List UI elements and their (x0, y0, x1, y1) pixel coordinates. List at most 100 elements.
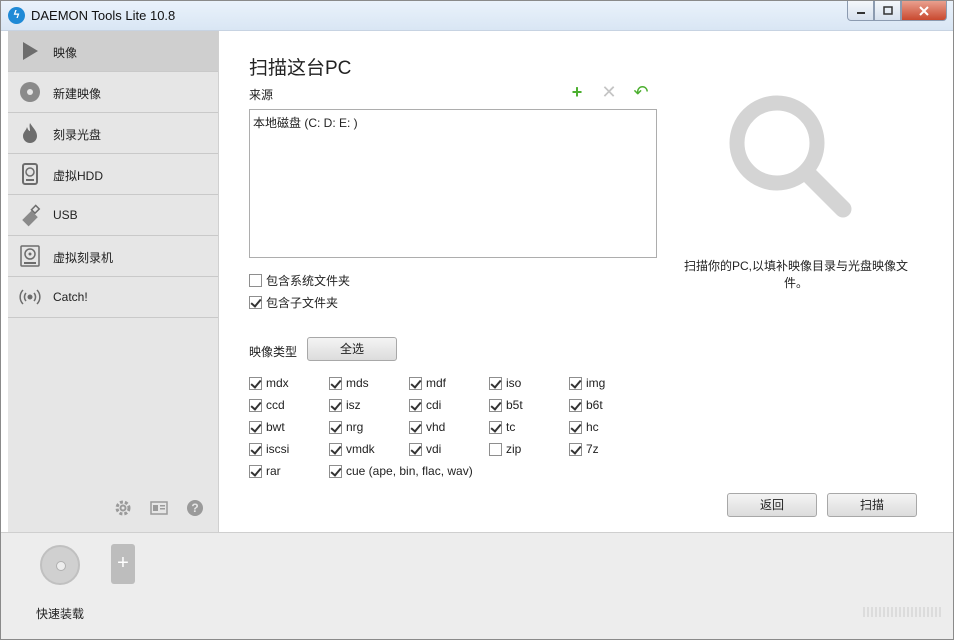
flame-icon (23, 123, 37, 143)
maximize-icon (882, 6, 893, 15)
checkbox-box[interactable] (409, 376, 422, 390)
quick-mount-button[interactable]: 快速装载 (25, 545, 95, 622)
checkbox-label: mds (346, 376, 369, 390)
checkbox-label: img (586, 376, 606, 390)
checkbox-label: b6t (586, 398, 603, 412)
source-label: 来源 (249, 88, 274, 102)
type-checkbox-zip[interactable]: zip (489, 442, 521, 456)
back-button[interactable]: 返回 (727, 493, 817, 517)
license-icon[interactable] (150, 499, 168, 517)
type-checkbox-img[interactable]: img (569, 376, 605, 390)
checkbox-box[interactable] (329, 398, 342, 412)
type-checkbox-nrg[interactable]: nrg (329, 420, 363, 434)
sidebar-item-catch[interactable]: Catch! (8, 277, 218, 318)
undo-icon[interactable]: ↶ (631, 83, 651, 101)
play-icon (23, 42, 38, 60)
sidebar-item-label: 新建映像 (53, 87, 102, 101)
type-checkbox-vhd[interactable]: vhd (409, 420, 445, 434)
quick-mount-label: 快速装载 (35, 607, 84, 621)
checkbox-label: b5t (506, 398, 523, 412)
checkbox-label: zip (506, 442, 522, 456)
type-checkbox-iscsi[interactable]: iscsi (249, 442, 289, 456)
checkbox-box[interactable] (409, 420, 422, 434)
checkbox-box[interactable] (329, 420, 342, 434)
sidebar-item-new-image[interactable]: 新建映像 (8, 72, 218, 113)
scan-button[interactable]: 扫描 (827, 493, 917, 517)
checkbox-box[interactable] (249, 442, 262, 456)
checkbox-box[interactable] (569, 398, 582, 412)
checkbox-box[interactable] (489, 376, 502, 390)
type-checkbox-b5t[interactable]: b5t (489, 398, 523, 412)
sidebar-item-images[interactable]: 映像 (8, 31, 218, 72)
checkbox-box[interactable] (249, 398, 262, 412)
checkbox-label: hc (586, 420, 599, 434)
source-list[interactable]: 本地磁盘 (C: D: E: ) (249, 109, 657, 258)
type-checkbox-mds[interactable]: mds (329, 376, 369, 390)
checkbox-box[interactable] (409, 442, 422, 456)
checkbox-box[interactable] (329, 376, 342, 390)
catch-icon (19, 289, 41, 305)
list-item[interactable]: 本地磁盘 (C: D: E: ) (253, 114, 358, 131)
checkbox-box[interactable] (489, 398, 502, 412)
checkbox-box[interactable] (489, 420, 502, 434)
include-subfolders-checkbox[interactable]: 包含子文件夹 (249, 294, 338, 311)
checkbox-box[interactable] (569, 376, 582, 390)
title-bar[interactable]: ϟ DAEMON Tools Lite 10.8 (1, 1, 953, 31)
remove-icon[interactable]: ✕ (599, 83, 619, 101)
checkbox-box[interactable] (409, 398, 422, 412)
type-checkbox-b6t[interactable]: b6t (569, 398, 603, 412)
main-panel: 扫描这台PC 来源 + ✕ ↶ 本地磁盘 (C: D: E: ) 包含系统文件夹… (219, 31, 947, 532)
type-checkbox-mdx[interactable]: mdx (249, 376, 289, 390)
type-checkbox-vdi[interactable]: vdi (409, 442, 441, 456)
sidebar-item-label: USB (53, 208, 78, 222)
checkbox-label: cue (ape, bin, flac, wav) (346, 464, 473, 478)
checkbox-box[interactable] (249, 274, 262, 287)
checkbox-label: 7z (586, 442, 599, 456)
checkbox-label: nrg (346, 420, 364, 434)
type-checkbox-rar[interactable]: rar (249, 464, 281, 478)
sidebar-item-burn-disc[interactable]: 刻录光盘 (8, 113, 218, 154)
gear-icon[interactable] (114, 499, 132, 517)
type-checkbox-mdf[interactable]: mdf (409, 376, 446, 390)
type-checkbox-7z[interactable]: 7z (569, 442, 599, 456)
add-icon[interactable]: + (567, 83, 587, 101)
include-system-folders-checkbox[interactable]: 包含系统文件夹 (249, 272, 350, 289)
sidebar-item-usb[interactable]: USB (8, 195, 218, 236)
type-checkbox-cdi[interactable]: cdi (409, 398, 441, 412)
sidebar: 映像 新建映像 刻录光盘 虚拟HDD USB 虚拟刻录机 Catch! ? (8, 31, 219, 532)
help-icon[interactable]: ? (186, 499, 204, 517)
select-all-button[interactable]: 全选 (307, 337, 397, 361)
window-title: DAEMON Tools Lite 10.8 (31, 8, 176, 23)
checkbox-label: ccd (266, 398, 285, 412)
resize-grip[interactable] (863, 607, 943, 617)
checkbox-box[interactable] (249, 296, 262, 309)
checkbox-label: rar (266, 464, 281, 478)
type-checkbox-hc[interactable]: hc (569, 420, 599, 434)
type-checkbox-ccd[interactable]: ccd (249, 398, 285, 412)
checkbox-box[interactable] (329, 442, 342, 456)
maximize-button[interactable] (874, 1, 901, 21)
type-checkbox-tc[interactable]: tc (489, 420, 515, 434)
type-checkbox-isz[interactable]: isz (329, 398, 361, 412)
sidebar-item-virtual-hdd[interactable]: 虚拟HDD (8, 154, 218, 195)
sidebar-item-label: Catch! (53, 290, 88, 304)
checkbox-box[interactable] (569, 420, 582, 434)
disc-icon (40, 545, 80, 585)
minimize-button[interactable] (847, 1, 874, 21)
sidebar-item-virtual-burner[interactable]: 虚拟刻录机 (8, 236, 218, 277)
close-button[interactable] (901, 1, 947, 21)
burner-icon (20, 245, 40, 267)
checkbox-box[interactable] (489, 442, 502, 456)
type-checkbox-iso[interactable]: iso (489, 376, 521, 390)
checkbox-box[interactable] (249, 376, 262, 390)
checkbox-box[interactable] (329, 464, 342, 478)
checkbox-box[interactable] (249, 420, 262, 434)
checkbox-label: tc (506, 420, 516, 434)
type-checkbox-bwt[interactable]: bwt (249, 420, 285, 434)
checkbox-box[interactable] (249, 464, 262, 478)
checkbox-box[interactable] (569, 442, 582, 456)
type-checkbox-vmdk[interactable]: vmdk (329, 442, 375, 456)
add-device-icon[interactable]: + (111, 544, 135, 584)
type-checkbox-cue[interactable]: cue (ape, bin, flac, wav) (329, 464, 473, 478)
image-types-label: 映像类型 (249, 345, 298, 359)
